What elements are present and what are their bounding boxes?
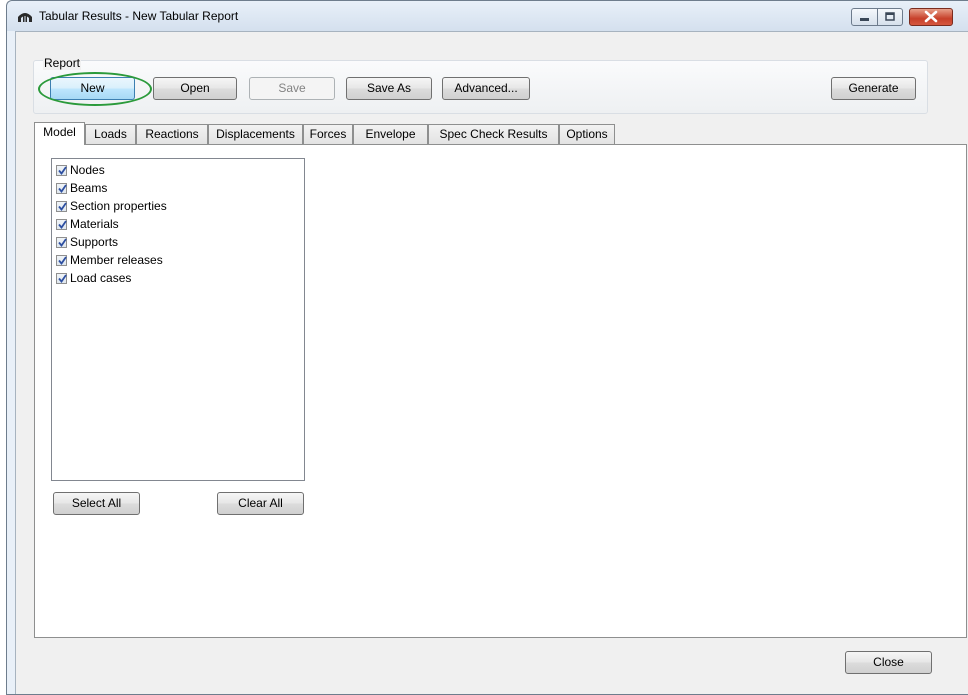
checkbox[interactable]: [56, 165, 67, 176]
list-item-label: Section properties: [70, 199, 167, 213]
checkbox[interactable]: [56, 273, 67, 284]
checkmark-icon: [58, 256, 67, 265]
maximize-button[interactable]: [877, 8, 903, 26]
advanced-button[interactable]: Advanced...: [442, 77, 530, 100]
list-item-label: Nodes: [70, 163, 105, 177]
checkbox[interactable]: [56, 201, 67, 212]
title-bar[interactable]: Tabular Results - New Tabular Report: [7, 1, 968, 31]
tab-options[interactable]: Options: [559, 124, 615, 144]
minimize-icon: [860, 18, 869, 21]
checkmark-icon: [58, 238, 67, 247]
save-as-button[interactable]: Save As: [346, 77, 432, 100]
close-icon: [924, 10, 938, 23]
checkmark-icon: [58, 202, 67, 211]
tab-envelope[interactable]: Envelope: [353, 124, 428, 144]
list-item-label: Member releases: [70, 253, 163, 267]
checkbox[interactable]: [56, 183, 67, 194]
tab-spec-check-results[interactable]: Spec Check Results: [428, 124, 559, 144]
list-item-label: Load cases: [70, 271, 132, 285]
checkbox[interactable]: [56, 255, 67, 266]
bridge-icon: [18, 13, 32, 22]
report-group-label: Report: [43, 56, 82, 70]
clear-all-button[interactable]: Clear All: [217, 492, 304, 515]
close-button[interactable]: Close: [845, 651, 932, 674]
generate-button[interactable]: Generate: [831, 77, 916, 100]
checkmark-icon: [58, 166, 67, 175]
list-item-label: Materials: [70, 217, 119, 231]
tab-model[interactable]: Model: [34, 122, 85, 145]
checkmark-icon: [58, 274, 67, 283]
save-button[interactable]: Save: [249, 77, 335, 100]
model-tab-panel: Nodes Beams Section properties Materials…: [34, 144, 967, 638]
open-button[interactable]: Open: [153, 77, 237, 100]
tab-forces[interactable]: Forces: [303, 124, 353, 144]
checkmark-icon: [58, 220, 67, 229]
minimize-button[interactable]: [851, 8, 878, 26]
list-item-label: Supports: [70, 235, 119, 249]
select-all-button[interactable]: Select All: [53, 492, 140, 515]
tab-displacements[interactable]: Displacements: [208, 124, 303, 144]
model-items-list[interactable]: Nodes Beams Section properties Materials…: [51, 158, 305, 481]
tab-reactions[interactable]: Reactions: [136, 124, 208, 144]
checkbox[interactable]: [56, 237, 67, 248]
dialog-client-area: Report New Open Save Save As Advanced...…: [15, 31, 968, 694]
highlight-ring: [38, 72, 152, 106]
checkmark-icon: [58, 184, 67, 193]
maximize-icon: [885, 12, 895, 21]
tabular-results-window: Tabular Results - New Tabular Report Rep…: [6, 0, 968, 695]
list-item-label: Beams: [70, 181, 108, 195]
close-window-button[interactable]: [909, 8, 953, 26]
window-title: Tabular Results - New Tabular Report: [39, 9, 239, 23]
tab-loads[interactable]: Loads: [85, 124, 136, 144]
checkbox[interactable]: [56, 219, 67, 230]
